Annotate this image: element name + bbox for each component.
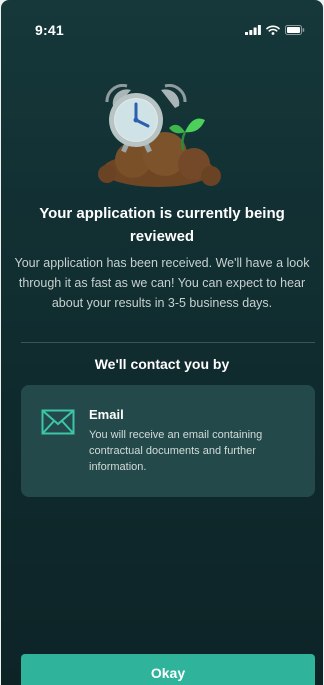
alarm-clock-with-sprout-illustration xyxy=(98,84,221,187)
battery-icon xyxy=(285,25,305,35)
divider xyxy=(21,342,315,343)
signal-icon xyxy=(245,25,261,35)
contact-heading: We'll contact you by xyxy=(94,356,230,372)
contact-method-description: You will receive an email containing con… xyxy=(89,429,263,473)
okay-button[interactable]: Okay xyxy=(21,654,315,685)
contact-method-label: Email xyxy=(89,407,124,422)
status-message: Your application has been received. We'l… xyxy=(14,256,310,310)
contact-method-card: Email You will receive an email containi… xyxy=(21,385,315,497)
page-title: Your application is currently being revi… xyxy=(39,205,285,245)
envelope-icon xyxy=(41,409,75,435)
status-icons xyxy=(245,25,305,35)
status-bar: 9:41 xyxy=(1,0,323,44)
status-time: 9:41 xyxy=(35,22,64,38)
app-screen: 9:41 Your application is currently being… xyxy=(1,0,323,685)
wifi-icon xyxy=(266,25,280,35)
